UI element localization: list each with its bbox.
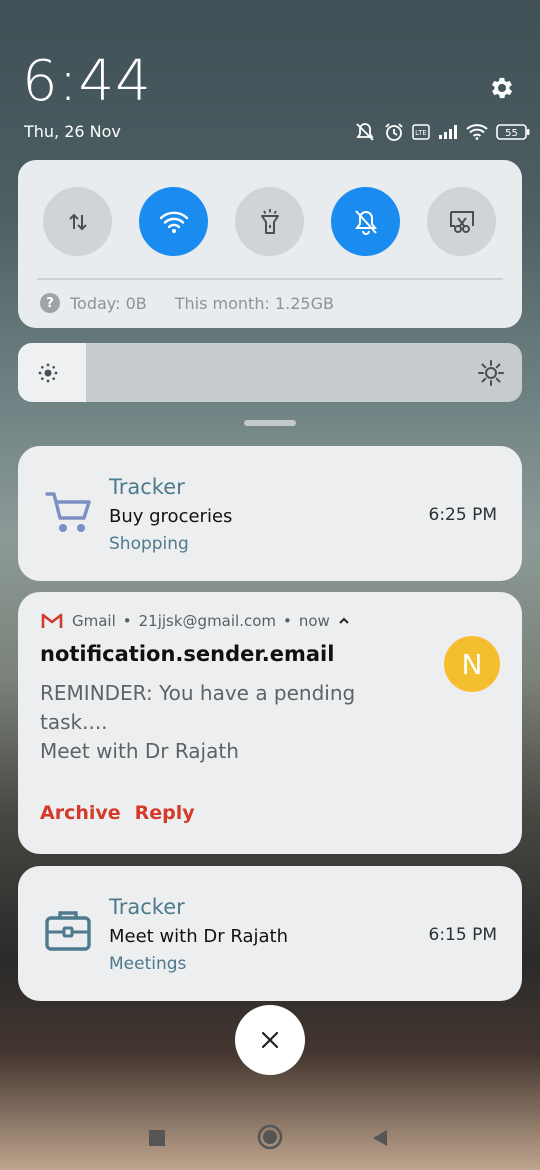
brightness-slider[interactable] xyxy=(18,343,522,402)
clock: 6:44 xyxy=(22,49,152,114)
wifi-status-icon xyxy=(466,124,488,140)
notification-tracker-meeting[interactable]: Tracker Meet with Dr Rajath Meetings 6:1… xyxy=(18,866,522,1001)
svg-text:LTE: LTE xyxy=(415,129,427,137)
brightness-low-icon xyxy=(38,363,58,383)
status-icons: LTE 55 xyxy=(354,121,530,143)
help-icon: ? xyxy=(40,293,60,313)
data-transfer-icon xyxy=(68,213,87,230)
back-nav-icon[interactable] xyxy=(371,1128,389,1148)
tile-mobile-data[interactable] xyxy=(43,187,112,256)
notification-title: Buy groceries xyxy=(109,506,233,527)
home-nav-icon[interactable] xyxy=(257,1124,283,1150)
notification-app-name: Tracker xyxy=(109,475,185,499)
reply-button[interactable]: Reply xyxy=(135,802,195,824)
recents-nav-icon[interactable] xyxy=(149,1130,165,1146)
cart-icon xyxy=(45,492,91,532)
data-usage-row[interactable]: ? Today: 0B This month: 1.25GB xyxy=(40,293,334,313)
gmail-sender: notification.sender.email xyxy=(40,642,335,666)
drag-handle[interactable] xyxy=(244,420,296,426)
notification-time: 6:25 PM xyxy=(428,505,498,525)
gmail-header: Gmail • 21jjsk@gmail.com • now xyxy=(41,612,350,630)
notification-tracker-groceries[interactable]: Tracker Buy groceries Shopping 6:25 PM xyxy=(18,446,522,581)
bell-off-icon xyxy=(354,209,377,235)
notification-time: 6:15 PM xyxy=(428,925,498,945)
tile-screenshot[interactable] xyxy=(427,187,496,256)
data-usage-today: Today: 0B xyxy=(70,293,147,313)
notification-category: Meetings xyxy=(109,954,187,974)
date: Thu, 26 Nov xyxy=(24,122,121,141)
gmail-body: REMINDER: You have a pending task.... Me… xyxy=(40,679,410,766)
divider xyxy=(37,278,503,280)
battery-level: 55 xyxy=(505,128,518,139)
tile-flashlight[interactable] xyxy=(235,187,304,256)
battery-icon: 55 xyxy=(496,124,530,140)
gmail-body-line: REMINDER: You have a pending task.... xyxy=(40,681,356,734)
close-icon xyxy=(261,1031,279,1049)
chevron-up-icon[interactable] xyxy=(338,616,350,626)
notification-title: Meet with Dr Rajath xyxy=(109,926,288,947)
flashlight-icon xyxy=(260,208,279,234)
gmail-app-name: Gmail xyxy=(72,612,116,630)
briefcase-icon xyxy=(45,911,91,951)
gmail-icon xyxy=(41,613,63,628)
gmail-account: 21jjsk@gmail.com xyxy=(138,612,277,630)
gmail-when: now xyxy=(298,612,330,630)
avatar: N xyxy=(444,636,500,692)
wifi-icon xyxy=(159,211,188,233)
clear-notifications-button[interactable] xyxy=(235,1005,305,1075)
notification-category: Shopping xyxy=(109,534,189,554)
notification-gmail[interactable]: Gmail • 21jjsk@gmail.com • now notificat… xyxy=(18,592,522,854)
gmail-actions: Archive Reply xyxy=(40,802,195,824)
notification-app-name: Tracker xyxy=(109,895,185,919)
volte-icon: LTE xyxy=(412,124,430,140)
quick-settings-panel: ? Today: 0B This month: 1.25GB xyxy=(18,160,522,328)
scissors-icon xyxy=(449,210,474,233)
data-usage-month: This month: 1.25GB xyxy=(174,293,334,313)
tile-mute[interactable] xyxy=(331,187,400,256)
tile-wifi[interactable] xyxy=(139,187,208,256)
gmail-body-line: Meet with Dr Rajath xyxy=(40,739,239,763)
settings-gear-icon[interactable] xyxy=(488,74,516,102)
brightness-high-icon xyxy=(478,360,504,386)
alarm-icon xyxy=(384,122,404,142)
signal-icon xyxy=(438,124,458,140)
dnd-off-icon xyxy=(354,122,376,142)
archive-button[interactable]: Archive xyxy=(40,802,121,824)
